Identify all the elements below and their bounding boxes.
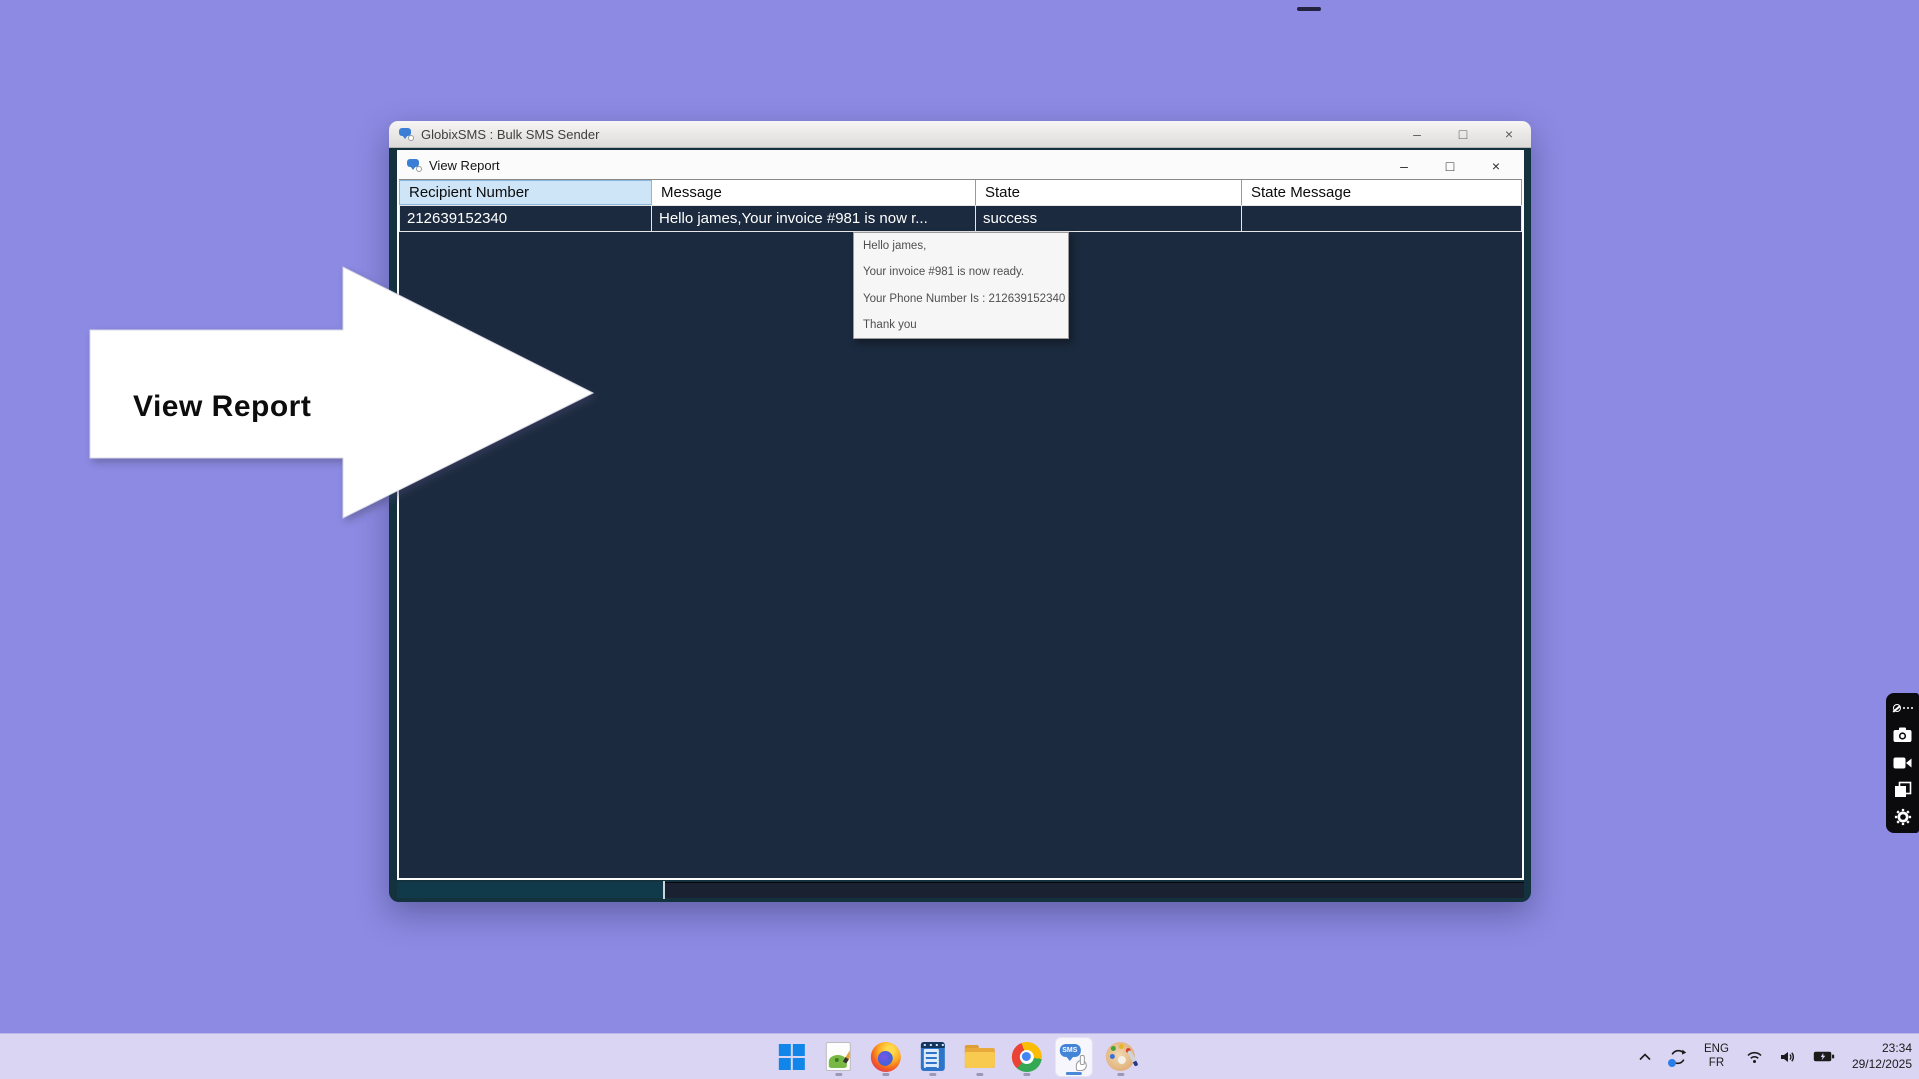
battery-icon[interactable] [1813,1050,1835,1063]
collapsed-widget-handle[interactable] [1297,7,1321,11]
column-header-state-message[interactable]: State Message [1242,180,1522,205]
main-minimize-button[interactable]: – [1409,126,1425,142]
report-maximize-button[interactable]: □ [1442,158,1458,174]
annotation-label: View Report [133,390,311,424]
wifi-icon[interactable] [1746,1050,1763,1064]
firefox-icon [870,1042,900,1072]
taskbar-center-icons: SMS [772,1034,1139,1079]
cell-recipient-number[interactable]: 212639152340 [399,205,652,232]
language-secondary: FR [1709,1057,1724,1070]
taskbar-item-chrome[interactable] [1007,1037,1045,1077]
camera-icon[interactable] [1893,725,1913,745]
capture-toolbar [1886,693,1919,833]
column-header-state[interactable]: State [976,180,1242,205]
system-tray: ENG FR 23:34 29/12/ [1638,1034,1912,1079]
tooltip-line: Your invoice #981 is now ready. [863,266,1059,278]
language-primary: ENG [1704,1043,1729,1056]
chrome-icon [1011,1042,1041,1072]
file-explorer-icon [964,1045,994,1069]
notepad-icon [920,1042,944,1071]
tooltip-line: Your Phone Number Is : 212639152340 [863,293,1059,305]
report-window-icon [407,159,422,172]
message-tooltip: Hello james, Your invoice #981 is now re… [853,232,1069,339]
paint-icon [1106,1042,1135,1071]
capture-tool-logo-icon[interactable] [1893,698,1913,718]
report-close-button[interactable]: × [1488,158,1504,174]
taskbar-item-paint[interactable] [1101,1037,1139,1077]
settings-gear-icon[interactable] [1893,807,1913,827]
taskbar-item-globixsms-active[interactable]: SMS [1054,1037,1092,1077]
tooltip-line: Thank you [863,319,1059,331]
sync-icon[interactable] [1669,1048,1687,1066]
table-row[interactable]: 212639152340 Hello james,Your invoice #9… [399,205,1522,232]
windows-logo-icon [778,1044,804,1070]
globixsms-taskbar-icon: SMS [1058,1042,1088,1072]
report-minimize-button[interactable]: – [1396,158,1412,174]
main-window-bottom-strip-left [397,882,663,898]
tooltip-line: Hello james, [863,240,1059,252]
column-header-message[interactable]: Message [652,180,976,205]
language-indicator[interactable]: ENG FR [1704,1043,1729,1069]
sync-status-dot [1668,1059,1676,1067]
layers-icon[interactable] [1893,780,1913,800]
taskbar-item-file-explorer[interactable] [960,1037,998,1077]
video-record-icon[interactable] [1893,753,1913,773]
image-editor-icon [826,1042,851,1071]
cell-state[interactable]: success [976,205,1242,232]
main-close-button[interactable]: × [1501,126,1517,142]
cell-state-message[interactable] [1242,205,1522,232]
tray-time: 23:34 [1852,1041,1912,1057]
main-window-title: GlobixSMS : Bulk SMS Sender [421,127,1409,142]
cell-message[interactable]: Hello james,Your invoice #981 is now r..… [652,205,976,232]
column-header-recipient-number[interactable]: Recipient Number [399,180,652,205]
report-window-titlebar: View Report – □ × [399,152,1522,179]
tray-date: 29/12/2025 [1852,1057,1912,1073]
taskbar-item-image-editor[interactable] [819,1037,857,1077]
clock[interactable]: 23:34 29/12/2025 [1852,1041,1912,1072]
report-window-title: View Report [429,158,1396,173]
main-window-titlebar: GlobixSMS : Bulk SMS Sender – □ × [389,121,1531,148]
main-maximize-button[interactable]: □ [1455,126,1471,142]
taskbar-item-notepad[interactable] [913,1037,951,1077]
taskbar: SMS ENG FR [0,1033,1919,1079]
report-table-header: Recipient Number Message State State Mes… [399,179,1522,205]
taskbar-item-firefox[interactable] [866,1037,904,1077]
globixsms-app-icon [399,128,414,141]
volume-icon[interactable] [1780,1050,1796,1064]
hidden-icons-chevron-icon[interactable] [1638,1051,1652,1063]
main-window-bottom-strip-right [665,882,1524,898]
start-button[interactable] [772,1037,810,1077]
